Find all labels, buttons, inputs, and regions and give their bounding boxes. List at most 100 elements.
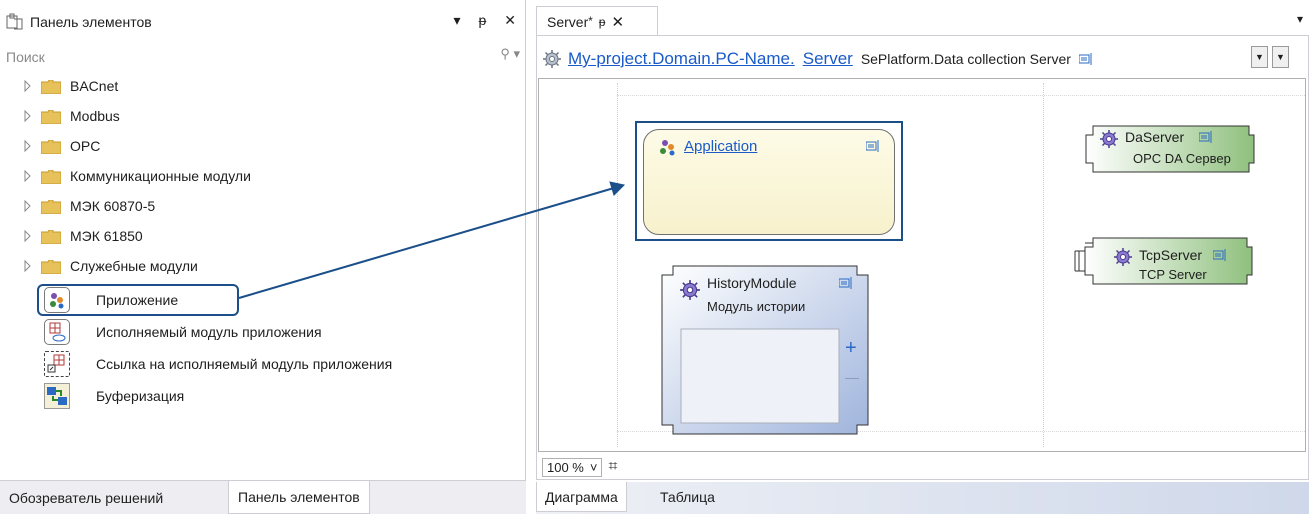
folder-icon xyxy=(41,170,61,184)
expand-arrow-icon[interactable] xyxy=(24,170,32,182)
folder-icon xyxy=(41,110,61,124)
search-placeholder: Поиск xyxy=(6,49,45,65)
da-server-subtitle: OPC DA Сервер xyxy=(1133,151,1231,166)
breadcrumb-dropdown-1[interactable]: ▼ xyxy=(1251,46,1268,68)
tree-item-label: OPC xyxy=(70,138,101,154)
expand-arrow-icon[interactable] xyxy=(24,230,32,242)
chevron-down-icon[interactable]: ˅ xyxy=(590,460,598,475)
tree-item-label: МЭК 61850 xyxy=(70,228,143,244)
document-menu-icon[interactable]: ▾ xyxy=(1297,12,1303,26)
tcp-server-subtitle: TCP Server xyxy=(1139,267,1207,282)
folder-icon xyxy=(41,200,61,214)
modified-marker: * xyxy=(588,15,593,28)
expand-arrow-icon[interactable] xyxy=(24,200,32,212)
tab-diagram[interactable]: Диаграмма xyxy=(536,482,627,512)
tree-item-iec-61850[interactable]: МЭК 61850 xyxy=(0,222,526,252)
tree-item-bacnet[interactable]: BACnet xyxy=(0,72,526,102)
tree-item-iec-60870[interactable]: МЭК 60870-5 xyxy=(0,192,526,222)
server-gear-icon xyxy=(543,50,561,68)
folder-icon xyxy=(41,260,61,274)
add-icon[interactable]: + xyxy=(845,337,857,360)
properties-icon[interactable] xyxy=(1078,53,1093,65)
gear-icon xyxy=(1100,130,1118,148)
tab-solution-explorer[interactable]: Обозреватель решений xyxy=(0,481,172,514)
tool-item-executable-module-link[interactable]: Ссылка на исполняемый модуль приложения xyxy=(0,350,526,380)
breadcrumb: My-project.Domain.PC-Name. Server SePlat… xyxy=(542,46,1304,72)
zoom-bar: 100 % ˅ ⌗ xyxy=(542,456,617,478)
breadcrumb-dropdown-2[interactable]: ▼ xyxy=(1272,46,1289,68)
toolbox-title: Панель элементов xyxy=(30,14,152,30)
folder-icon xyxy=(41,80,61,94)
properties-icon[interactable] xyxy=(866,140,880,152)
tool-item-label: Исполняемый модуль приложения xyxy=(96,324,322,340)
tree-item-label: Коммуникационные модули xyxy=(70,168,251,184)
breadcrumb-server-link[interactable]: Server xyxy=(803,49,853,69)
tab-toolbox[interactable]: Панель элементов xyxy=(228,481,370,514)
grid-guide xyxy=(617,83,618,447)
tool-item-label: Буферизация xyxy=(96,388,185,404)
folder-icon xyxy=(41,140,61,154)
expand-arrow-icon[interactable] xyxy=(24,140,32,152)
zoom-value: 100 % xyxy=(547,459,584,475)
panel-dropdown-icon[interactable]: ▾ xyxy=(453,12,460,29)
tool-item-label: Ссылка на исполняемый модуль приложения xyxy=(96,356,393,372)
application-icon xyxy=(660,140,675,156)
application-node-title[interactable]: Application xyxy=(684,138,757,155)
tool-item-buffering[interactable]: Буферизация xyxy=(0,382,526,412)
expand-arrow-icon[interactable] xyxy=(24,260,32,272)
breadcrumb-path-link[interactable]: My-project.Domain.PC-Name. xyxy=(568,49,795,69)
doc-tab-label: Server xyxy=(547,13,589,30)
server-type-label: SePlatform.Data collection Server xyxy=(860,51,1071,67)
right-bottom-tabs: Диаграмма Таблица xyxy=(536,482,1309,514)
toolbox-panel: Панель элементов ▾ ᵽ ✕ Поиск ⚲ ▾ BACnet … xyxy=(0,0,526,514)
remove-icon[interactable]: — xyxy=(845,369,859,385)
grid-guide xyxy=(617,95,1305,96)
pin-icon[interactable]: ᵽ xyxy=(478,12,486,29)
left-bottom-tabs: Обозреватель решений Панель элементов xyxy=(0,480,526,514)
buffering-icon xyxy=(44,383,70,409)
toolbox-icon xyxy=(6,13,23,30)
tree-item-communication-modules[interactable]: Коммуникационные модули xyxy=(0,162,526,192)
da-server-title: DaServer xyxy=(1125,129,1185,145)
tool-item-executable-module[interactable]: Исполняемый модуль приложения xyxy=(0,318,526,348)
pin-icon[interactable]: ᵽ xyxy=(599,15,606,29)
tree-item-service-modules[interactable]: Служебные модули xyxy=(0,252,526,282)
grid-guide xyxy=(1043,83,1044,447)
search-icon[interactable]: ⚲ ▾ xyxy=(500,46,520,62)
folder-icon xyxy=(41,230,61,244)
gear-icon xyxy=(1114,248,1132,266)
diagram-canvas[interactable]: Application HistoryModule Модуль истории… xyxy=(538,78,1306,452)
history-module-title: HistoryModule xyxy=(707,275,797,291)
tcp-server-node[interactable]: TcpServer TCP Server xyxy=(1073,237,1253,285)
tree-item-label: Служебные модули xyxy=(70,258,198,274)
history-module-subtitle: Модуль истории xyxy=(707,299,806,314)
selection-highlight xyxy=(37,284,239,316)
properties-icon[interactable] xyxy=(839,277,853,289)
gear-icon xyxy=(680,280,700,300)
tree-item-label: BACnet xyxy=(70,78,119,94)
tab-server-document[interactable]: Server * ᵽ ✕ xyxy=(536,6,658,36)
da-server-node[interactable]: DaServer OPC DA Сервер xyxy=(1085,125,1255,173)
tree-item-label: Modbus xyxy=(70,108,120,124)
application-node-highlight: Application xyxy=(635,121,903,241)
close-icon[interactable]: ✕ xyxy=(504,12,516,29)
tcp-server-title: TcpServer xyxy=(1139,247,1203,263)
tree-item-label: МЭК 60870-5 xyxy=(70,198,156,214)
close-icon[interactable]: ✕ xyxy=(611,13,624,31)
executable-module-icon xyxy=(44,319,70,345)
expand-arrow-icon[interactable] xyxy=(24,80,32,92)
properties-icon[interactable] xyxy=(1199,131,1213,143)
tab-table[interactable]: Таблица xyxy=(652,482,723,512)
grid-toggle-icon[interactable]: ⌗ xyxy=(608,458,617,476)
editor-panel: Server * ᵽ ✕ ▾ My-project.Domain.PC-Name… xyxy=(536,0,1309,514)
properties-icon[interactable] xyxy=(1213,249,1227,261)
module-link-icon xyxy=(44,351,70,377)
expand-arrow-icon[interactable] xyxy=(24,110,32,122)
tree-item-opc[interactable]: OPC xyxy=(0,132,526,162)
toolbox-header: Панель элементов ▾ ᵽ ✕ xyxy=(0,8,526,36)
application-node[interactable]: Application xyxy=(643,129,895,235)
tree-item-modbus[interactable]: Modbus xyxy=(0,102,526,132)
search-input[interactable]: Поиск ⚲ ▾ xyxy=(6,44,520,70)
zoom-select[interactable]: 100 % ˅ xyxy=(542,457,603,477)
history-module-node[interactable]: HistoryModule Модуль истории + — xyxy=(661,265,869,435)
